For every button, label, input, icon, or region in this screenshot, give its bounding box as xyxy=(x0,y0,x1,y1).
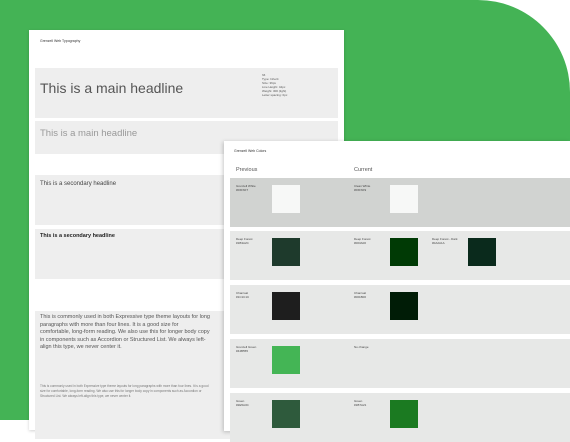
color-cell: Grenzell Green #44B555 xyxy=(230,339,340,388)
color-label-line: #44B555 xyxy=(236,349,249,353)
color-label: Deep Forest #003A00 xyxy=(354,237,371,245)
color-label-line: #0A2A1A xyxy=(432,241,445,245)
color-row: Grenzell Green #44B555 No change xyxy=(230,339,570,388)
color-cell: Deep Forest - Dark #0A2A1A xyxy=(426,231,536,280)
color-cell: Green #2E5A3C xyxy=(230,393,340,442)
typography-sheet-title: Grenzell Web Typography xyxy=(40,39,81,43)
color-label: Clean White #F6F6F9 xyxy=(354,184,370,192)
h2-bold-sample: This is a secondary headline xyxy=(40,233,115,239)
color-label-line: #1B3A2C xyxy=(236,241,249,245)
color-swatch xyxy=(272,346,300,374)
color-label: Green #1B7A21 xyxy=(354,399,366,407)
color-cell: Clean White #F6F6F9 xyxy=(348,178,458,227)
colors-sheet-title: Grenzell Web Colors xyxy=(234,149,267,153)
color-label-line: #1C1C1C xyxy=(236,295,250,299)
color-label-line: #003A00 xyxy=(354,241,367,245)
color-cell: Green #1B7A21 xyxy=(348,393,458,442)
color-swatch xyxy=(272,185,300,213)
color-label: Deep Forest #1B3A2C xyxy=(236,237,253,245)
color-cell: Charcoal #001B00 xyxy=(348,285,458,334)
color-cell: Grenzell White #F6F6F7 xyxy=(230,178,340,227)
color-label: Deep Forest - Dark #0A2A1A xyxy=(432,237,458,245)
color-label-line: #1B7A21 xyxy=(354,403,367,407)
spec-line: Letter spacing: 0px xyxy=(262,93,288,97)
color-swatch xyxy=(468,238,496,266)
color-row: Green #2E5A3C Green #1B7A21 xyxy=(230,393,570,442)
color-swatch xyxy=(390,400,418,428)
color-swatch xyxy=(390,238,418,266)
color-label: No change xyxy=(354,345,369,349)
color-swatch xyxy=(390,292,418,320)
color-label: Grenzell White #F6F6F7 xyxy=(236,184,256,192)
small-paragraph-sample: This is commonly used in both Expressive… xyxy=(40,384,209,398)
color-row: Deep Forest #1B3A2C Deep Forest #003A00 Deep… xyxy=(230,231,570,280)
color-swatch xyxy=(272,400,300,428)
color-swatch xyxy=(272,292,300,320)
color-label-line: #001B00 xyxy=(354,295,367,299)
color-cell: Deep Forest #1B3A2C xyxy=(230,231,340,280)
color-label-line: #F6F6F7 xyxy=(236,188,249,192)
color-cell: No change xyxy=(348,339,458,388)
color-label-line: #F6F6F9 xyxy=(354,188,367,192)
color-label-line: No change xyxy=(354,345,369,349)
color-swatch xyxy=(390,185,418,213)
h1-sample: This is a main headline xyxy=(40,80,184,96)
color-label: Green #2E5A3C xyxy=(236,399,249,407)
color-label: Charcoal #1C1C1C xyxy=(236,291,249,299)
colors-sheet: Grenzell Web Colors Previous Current Gre… xyxy=(224,141,570,442)
h2-sample: This is a secondary headline xyxy=(40,181,117,187)
color-row: Grenzell White #F6F6F7 Clean White #F6F6F9 xyxy=(230,178,570,227)
current-column-heading: Current xyxy=(354,167,373,173)
paragraph-sample: This is commonly used in both Expressive… xyxy=(40,314,210,350)
color-cell: Charcoal #1C1C1C xyxy=(230,285,340,334)
type-specs: h6 Type: Inherit Size: 36px Line Height:… xyxy=(262,73,287,97)
color-label: Grenzell Green #44B555 xyxy=(236,345,256,353)
color-label: Charcoal #001B00 xyxy=(354,291,366,299)
color-row: Charcoal #1C1C1C Charcoal #001B00 xyxy=(230,285,570,334)
h1-sample-block: This is a main headline h6 Type: Inherit… xyxy=(35,68,338,118)
color-label-line: #2E5A3C xyxy=(236,403,249,407)
previous-column-heading: Previous xyxy=(236,167,258,173)
color-swatch xyxy=(272,238,300,266)
h1-light-sample: This is a main headline xyxy=(40,128,138,139)
